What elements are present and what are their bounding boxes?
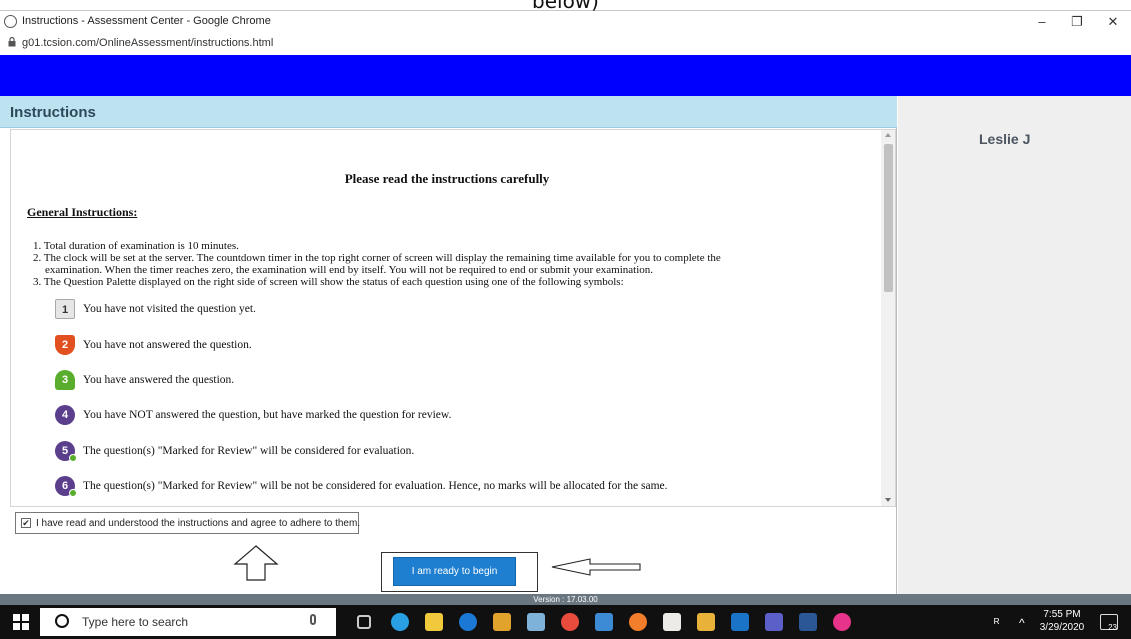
store-icon[interactable]: [663, 613, 681, 631]
marked-review-icon: 4: [55, 405, 75, 425]
system-clock[interactable]: 7:55 PM 3/29/2020: [1037, 608, 1087, 634]
globe-icon: [4, 15, 17, 28]
address-bar[interactable]: g01.tcsion.com/OnlineAssessment/instruct…: [0, 32, 1131, 54]
legend-text: You have answered the question.: [83, 374, 235, 386]
agree-checkbox[interactable]: ✔: [21, 518, 31, 528]
instructions-heading: Please read the instructions carefully: [344, 171, 550, 186]
instruction-point: 1. Total duration of examination is 10 m…: [33, 240, 239, 252]
clock-date: 3/29/2020: [1039, 622, 1085, 633]
minimize-button[interactable]: –: [1027, 13, 1057, 31]
legend-text: The question(s) "Marked for Review" will…: [83, 480, 668, 492]
candidate-panel: Leslie J: [898, 96, 1131, 594]
content-scrollbar[interactable]: [881, 130, 895, 506]
edge-icon[interactable]: [459, 613, 477, 631]
cortana-icon: [55, 614, 69, 628]
scroll-thumb[interactable]: [884, 144, 893, 292]
search-placeholder: Type here to search: [82, 615, 189, 629]
chevron-up-icon[interactable]: ^: [1019, 616, 1025, 630]
people-icon[interactable]: [697, 613, 715, 631]
window-titlebar: Instructions - Assessment Center - Googl…: [0, 10, 1131, 32]
check-dot-icon: [69, 489, 77, 497]
version-bar: Version : 17.03.00: [0, 594, 1131, 605]
general-instructions-title: General Instructions:: [27, 205, 138, 219]
paint-icon[interactable]: [527, 613, 545, 631]
not-answered-icon: 2: [55, 335, 75, 355]
instruction-point: 2. The clock will be set at the server. …: [33, 252, 721, 264]
notes-icon[interactable]: [595, 613, 613, 631]
answered-icon: 3: [55, 370, 75, 390]
task-view-icon[interactable]: [357, 615, 371, 629]
tips-icon[interactable]: [493, 613, 511, 631]
answered-marked-icon: 5: [55, 441, 77, 462]
restore-button[interactable]: ❐: [1062, 13, 1092, 31]
windows-start-icon[interactable]: [13, 614, 29, 630]
legend-text: The question(s) "Marked for Review" will…: [83, 445, 415, 457]
answered-dot-icon: [69, 454, 77, 462]
people-tray-icon[interactable]: ᴿ: [994, 616, 999, 630]
teams-icon[interactable]: [765, 613, 783, 631]
screen: below) Instructions - Assessment Center …: [0, 0, 1131, 639]
instructions-panel: Instructions Please read the instruction…: [0, 96, 897, 594]
windows-taskbar: Type here to search ᴿ ^ 7:55 PM 3/29/202…: [0, 605, 1131, 639]
instructions-content[interactable]: Please read the instructions carefully G…: [10, 129, 896, 507]
legend-text: You have not visited the question yet.: [83, 303, 256, 315]
instruction-point: 3. The Question Palette displayed on the…: [33, 276, 624, 288]
ready-to-begin-button[interactable]: I am ready to begin: [393, 557, 516, 586]
window-title: Instructions - Assessment Center - Googl…: [22, 15, 271, 27]
taskbar-search[interactable]: Type here to search: [40, 608, 336, 636]
ready-button-frame: I am ready to begin: [381, 552, 538, 592]
scroll-down-icon[interactable]: [885, 498, 891, 502]
file-explorer-icon[interactable]: [425, 613, 443, 631]
firefox-icon[interactable]: [629, 613, 647, 631]
chrome-icon[interactable]: [561, 613, 579, 631]
lock-icon: [8, 37, 16, 47]
app-banner: [0, 55, 1131, 96]
agree-row[interactable]: ✔ I have read and understood the instruc…: [15, 512, 361, 534]
marked-not-considered-icon: 6: [55, 476, 77, 497]
outlook-icon[interactable]: [731, 613, 749, 631]
app-icon[interactable]: [833, 613, 851, 631]
not-visited-icon: 1: [55, 299, 75, 319]
candidate-name: Leslie J: [979, 131, 1031, 147]
version-text: Version : 17.03.00: [533, 595, 598, 604]
clock-time: 7:55 PM: [1043, 609, 1081, 620]
close-button[interactable]: ✕: [1098, 13, 1128, 31]
legend-text: You have not answered the question.: [83, 339, 252, 351]
legend-number: 6: [61, 480, 69, 492]
microphone-icon[interactable]: [310, 614, 316, 625]
notification-icon[interactable]: 23: [1100, 614, 1118, 632]
agree-label: I have read and understood the instructi…: [36, 518, 361, 529]
word-icon[interactable]: [799, 613, 817, 631]
instruction-point: examination. When the timer reaches zero…: [45, 264, 654, 276]
up-arrow-icon: [233, 545, 279, 581]
panel-title: Instructions: [10, 104, 96, 121]
legend-number: 5: [61, 445, 69, 457]
caption-text: below): [532, 0, 599, 13]
url-text: g01.tcsion.com/OnlineAssessment/instruct…: [22, 37, 274, 49]
scroll-up-icon[interactable]: [885, 133, 891, 137]
globe-app-icon[interactable]: [391, 613, 409, 631]
panel-header: Instructions: [0, 96, 897, 128]
legend-text: You have NOT answered the question, but …: [83, 409, 452, 421]
left-arrow-icon: [551, 558, 641, 576]
